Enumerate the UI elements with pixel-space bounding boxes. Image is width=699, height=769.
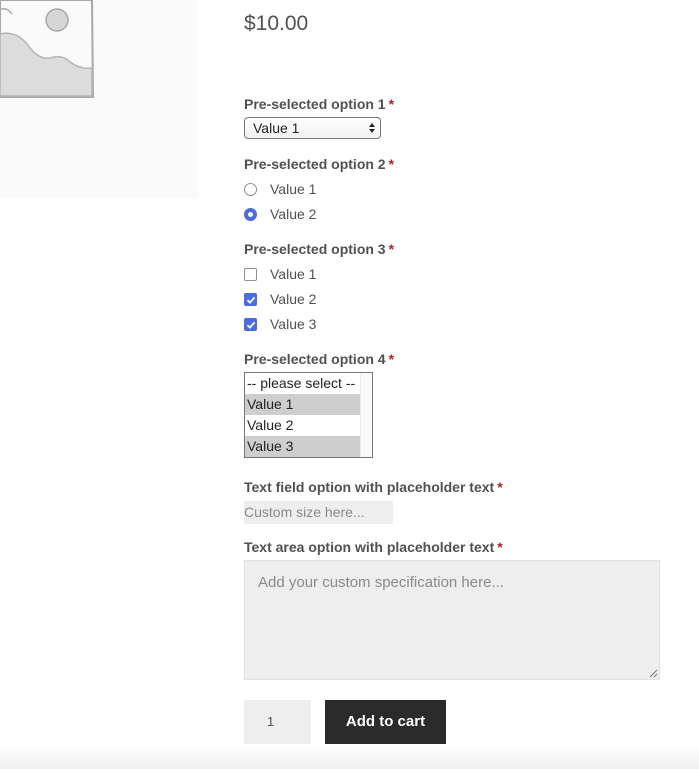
option1-label-text: Pre-selected option 1 [244, 96, 386, 112]
custom-size-input[interactable]: Custom size here... [244, 501, 393, 524]
checkbox-checked[interactable] [244, 318, 257, 331]
option2-choice-label: Value 2 [270, 206, 317, 222]
add-to-cart-button[interactable]: Add to cart [325, 700, 446, 744]
required-marker: * [497, 539, 503, 555]
option4-multiselect[interactable]: -- please select -- Value 1 Value 2 Valu… [244, 372, 373, 458]
listbox-item-selected[interactable]: Value 3 [245, 436, 360, 457]
custom-size-placeholder: Custom size here... [244, 504, 365, 520]
required-marker: * [497, 479, 503, 495]
required-marker: * [388, 351, 395, 367]
option1-select[interactable]: Value 1 [244, 117, 381, 139]
option3-choice-label: Value 1 [270, 266, 317, 282]
listbox-item-selected[interactable]: Value 1 [245, 394, 360, 415]
checkbox[interactable] [244, 268, 257, 281]
image-placeholder-icon [0, 0, 95, 98]
required-marker: * [388, 156, 395, 172]
option4-label-text: Pre-selected option 4 [244, 351, 386, 367]
quantity-input[interactable]: 1 [244, 700, 311, 744]
radio-button-checked[interactable] [244, 208, 257, 221]
option1-label: Pre-selected option 1 * [244, 96, 394, 112]
option1-selected-value: Value 1 [253, 120, 300, 136]
option2-label: Pre-selected option 2 * [244, 156, 394, 172]
option3-label: Pre-selected option 3 * [244, 241, 394, 257]
radio-button[interactable] [244, 183, 257, 196]
bottom-edge-shadow [0, 747, 699, 769]
resize-grip-icon[interactable] [649, 669, 658, 678]
required-marker: * [388, 96, 395, 112]
text-area-label-text: Text area option with placeholder text [244, 539, 495, 555]
product-price: $10.00 [244, 12, 309, 35]
listbox-scrollbar[interactable] [360, 373, 372, 457]
option2-label-text: Pre-selected option 2 [244, 156, 386, 172]
option3-choice-label: Value 2 [270, 291, 317, 307]
listbox-item[interactable]: -- please select -- [245, 373, 360, 394]
option3-label-text: Pre-selected option 3 [244, 241, 386, 257]
option4-label: Pre-selected option 4 * [244, 351, 394, 367]
option3-choice-label: Value 3 [270, 316, 317, 332]
custom-specification-textarea[interactable]: Add your custom specification here... [244, 560, 660, 680]
checkbox-checked[interactable] [244, 293, 257, 306]
quantity-value: 1 [267, 714, 275, 729]
custom-specification-placeholder: Add your custom specification here... [258, 574, 504, 591]
checkmark-icon [246, 296, 256, 304]
select-arrows-icon [369, 123, 375, 133]
required-marker: * [388, 241, 395, 257]
text-field-label: Text field option with placeholder text * [244, 479, 503, 495]
product-page: $10.00 Pre-selected option 1 * Value 1 Pr… [0, 0, 699, 769]
text-field-label-text: Text field option with placeholder text [244, 479, 495, 495]
option2-choice-label: Value 1 [270, 181, 317, 197]
product-image [0, 0, 198, 198]
checkmark-icon [246, 321, 256, 329]
listbox-item[interactable]: Value 2 [245, 415, 360, 436]
text-area-label: Text area option with placeholder text * [244, 539, 503, 555]
